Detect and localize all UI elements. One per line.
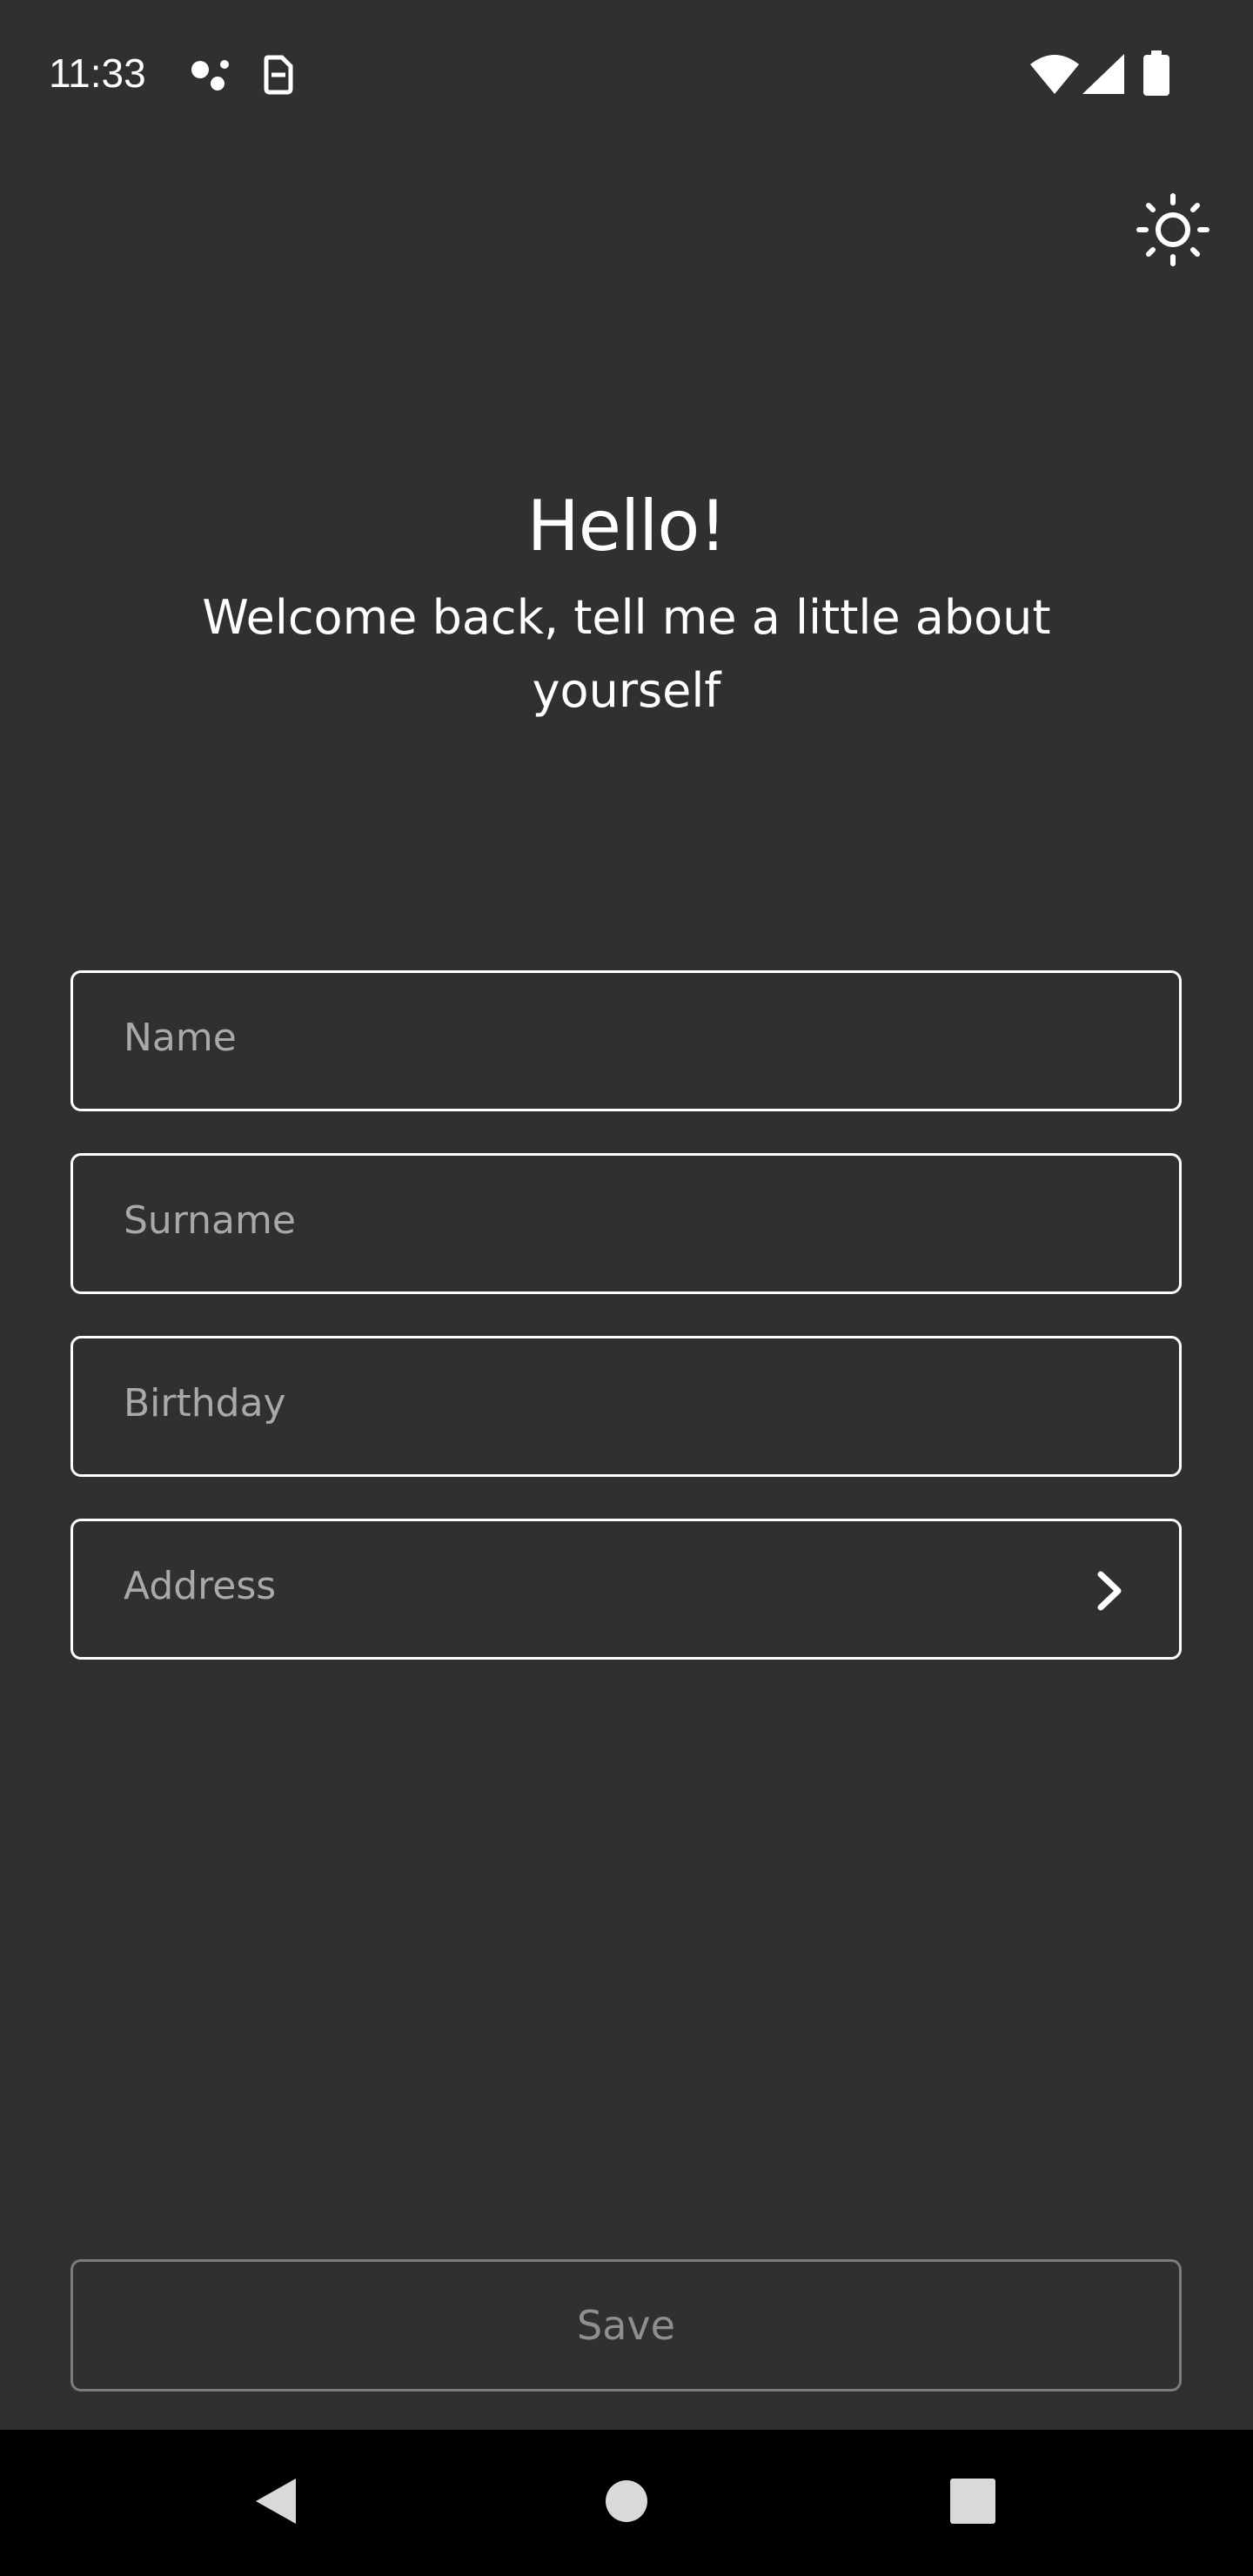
page-title: Hello! [526, 486, 727, 567]
address-field-placeholder: Address [124, 1564, 277, 1608]
address-field[interactable]: Address [70, 1519, 1182, 1660]
recents-icon [950, 2479, 995, 2527]
home-icon [604, 2479, 649, 2527]
name-field[interactable]: Name [70, 970, 1182, 1111]
theme-toggle-button[interactable] [1131, 190, 1215, 273]
save-button[interactable]: Save [70, 2259, 1182, 2392]
back-icon [251, 2475, 299, 2531]
assistant-dots-icon [190, 56, 231, 97]
back-button[interactable] [205, 2430, 345, 2576]
home-button[interactable] [557, 2430, 696, 2576]
page-subtitle: Welcome back, tell me a little about you… [202, 590, 1051, 718]
navigation-bar [0, 2430, 1253, 2576]
name-field-placeholder: Name [124, 1016, 237, 1060]
birthday-field[interactable]: Birthday [70, 1336, 1182, 1477]
recents-button[interactable] [903, 2430, 1042, 2576]
wifi-icon [1030, 54, 1079, 97]
save-button-label: Save [577, 2302, 675, 2349]
birthday-field-placeholder: Birthday [124, 1381, 286, 1426]
surname-field-placeholder: Surname [124, 1198, 296, 1243]
surname-field[interactable]: Surname [70, 1153, 1182, 1294]
cellular-signal-icon [1082, 54, 1124, 97]
sim-card-icon [261, 54, 296, 99]
battery-icon [1143, 50, 1169, 99]
status-time: 11:33 [49, 50, 146, 96]
profile-screen: 11:33 Hello! Welcome back, tell me a lit… [0, 0, 1253, 2576]
status-bar: 11:33 [0, 0, 1253, 148]
sun-icon [1136, 193, 1209, 270]
chevron-right-icon [1090, 1569, 1129, 1613]
